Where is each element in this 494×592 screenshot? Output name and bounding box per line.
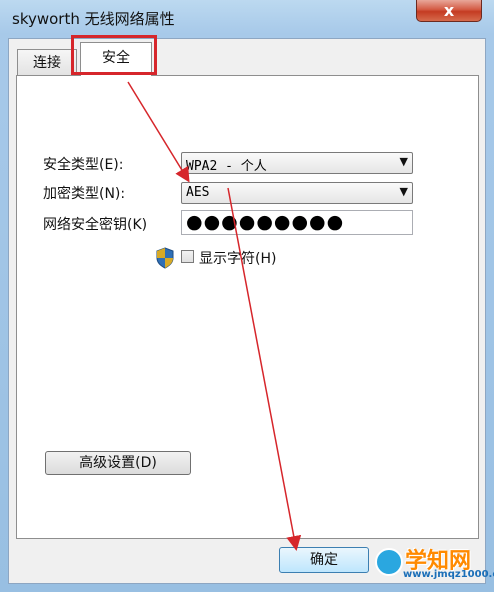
- security-type-select[interactable]: WPA2 - 个人 ▼: [181, 152, 413, 174]
- site-logo-icon: [375, 548, 403, 576]
- chevron-down-icon: ▼: [399, 155, 408, 168]
- close-icon: x: [443, 1, 455, 20]
- network-key-field[interactable]: ●●●●●●●●●: [181, 210, 413, 235]
- ok-button[interactable]: 确定: [279, 547, 369, 573]
- dialog-client-area: 连接 安全 安全类型(E): WPA2 - 个人 ▼ 加密类型(N): AES …: [8, 35, 486, 584]
- title-bar[interactable]: skyworth 无线网络属性 x: [0, 0, 494, 38]
- encryption-type-value: AES: [186, 185, 210, 200]
- highlight-box: [71, 35, 157, 75]
- site-watermark: 学知网 www.jmqz1000.com: [375, 542, 494, 586]
- network-key-label: 网络安全密钥(K): [43, 217, 148, 233]
- watermark-url: www.jmqz1000.com: [403, 569, 494, 580]
- dialog-window: skyworth 无线网络属性 x 连接 安全 安全类型(E): WPA2 - …: [0, 0, 494, 592]
- encryption-type-select[interactable]: AES ▼: [181, 182, 413, 204]
- network-key-value: ●●●●●●●●●: [186, 211, 345, 233]
- uac-shield-icon: [156, 247, 174, 269]
- encryption-type-label: 加密类型(N):: [43, 186, 126, 202]
- security-panel: 安全类型(E): WPA2 - 个人 ▼ 加密类型(N): AES ▼ 网络安全…: [16, 75, 479, 539]
- advanced-settings-button[interactable]: 高级设置(D): [45, 451, 191, 475]
- close-button[interactable]: x: [416, 0, 482, 22]
- window-title: skyworth 无线网络属性: [12, 10, 175, 28]
- security-type-value: WPA2 - 个人: [186, 159, 267, 174]
- chevron-down-icon: ▼: [399, 185, 408, 198]
- security-type-label: 安全类型(E):: [43, 157, 124, 173]
- show-characters-label: 显示字符(H): [199, 251, 277, 267]
- tab-connection[interactable]: 连接: [17, 49, 77, 75]
- show-characters-checkbox[interactable]: [181, 250, 194, 263]
